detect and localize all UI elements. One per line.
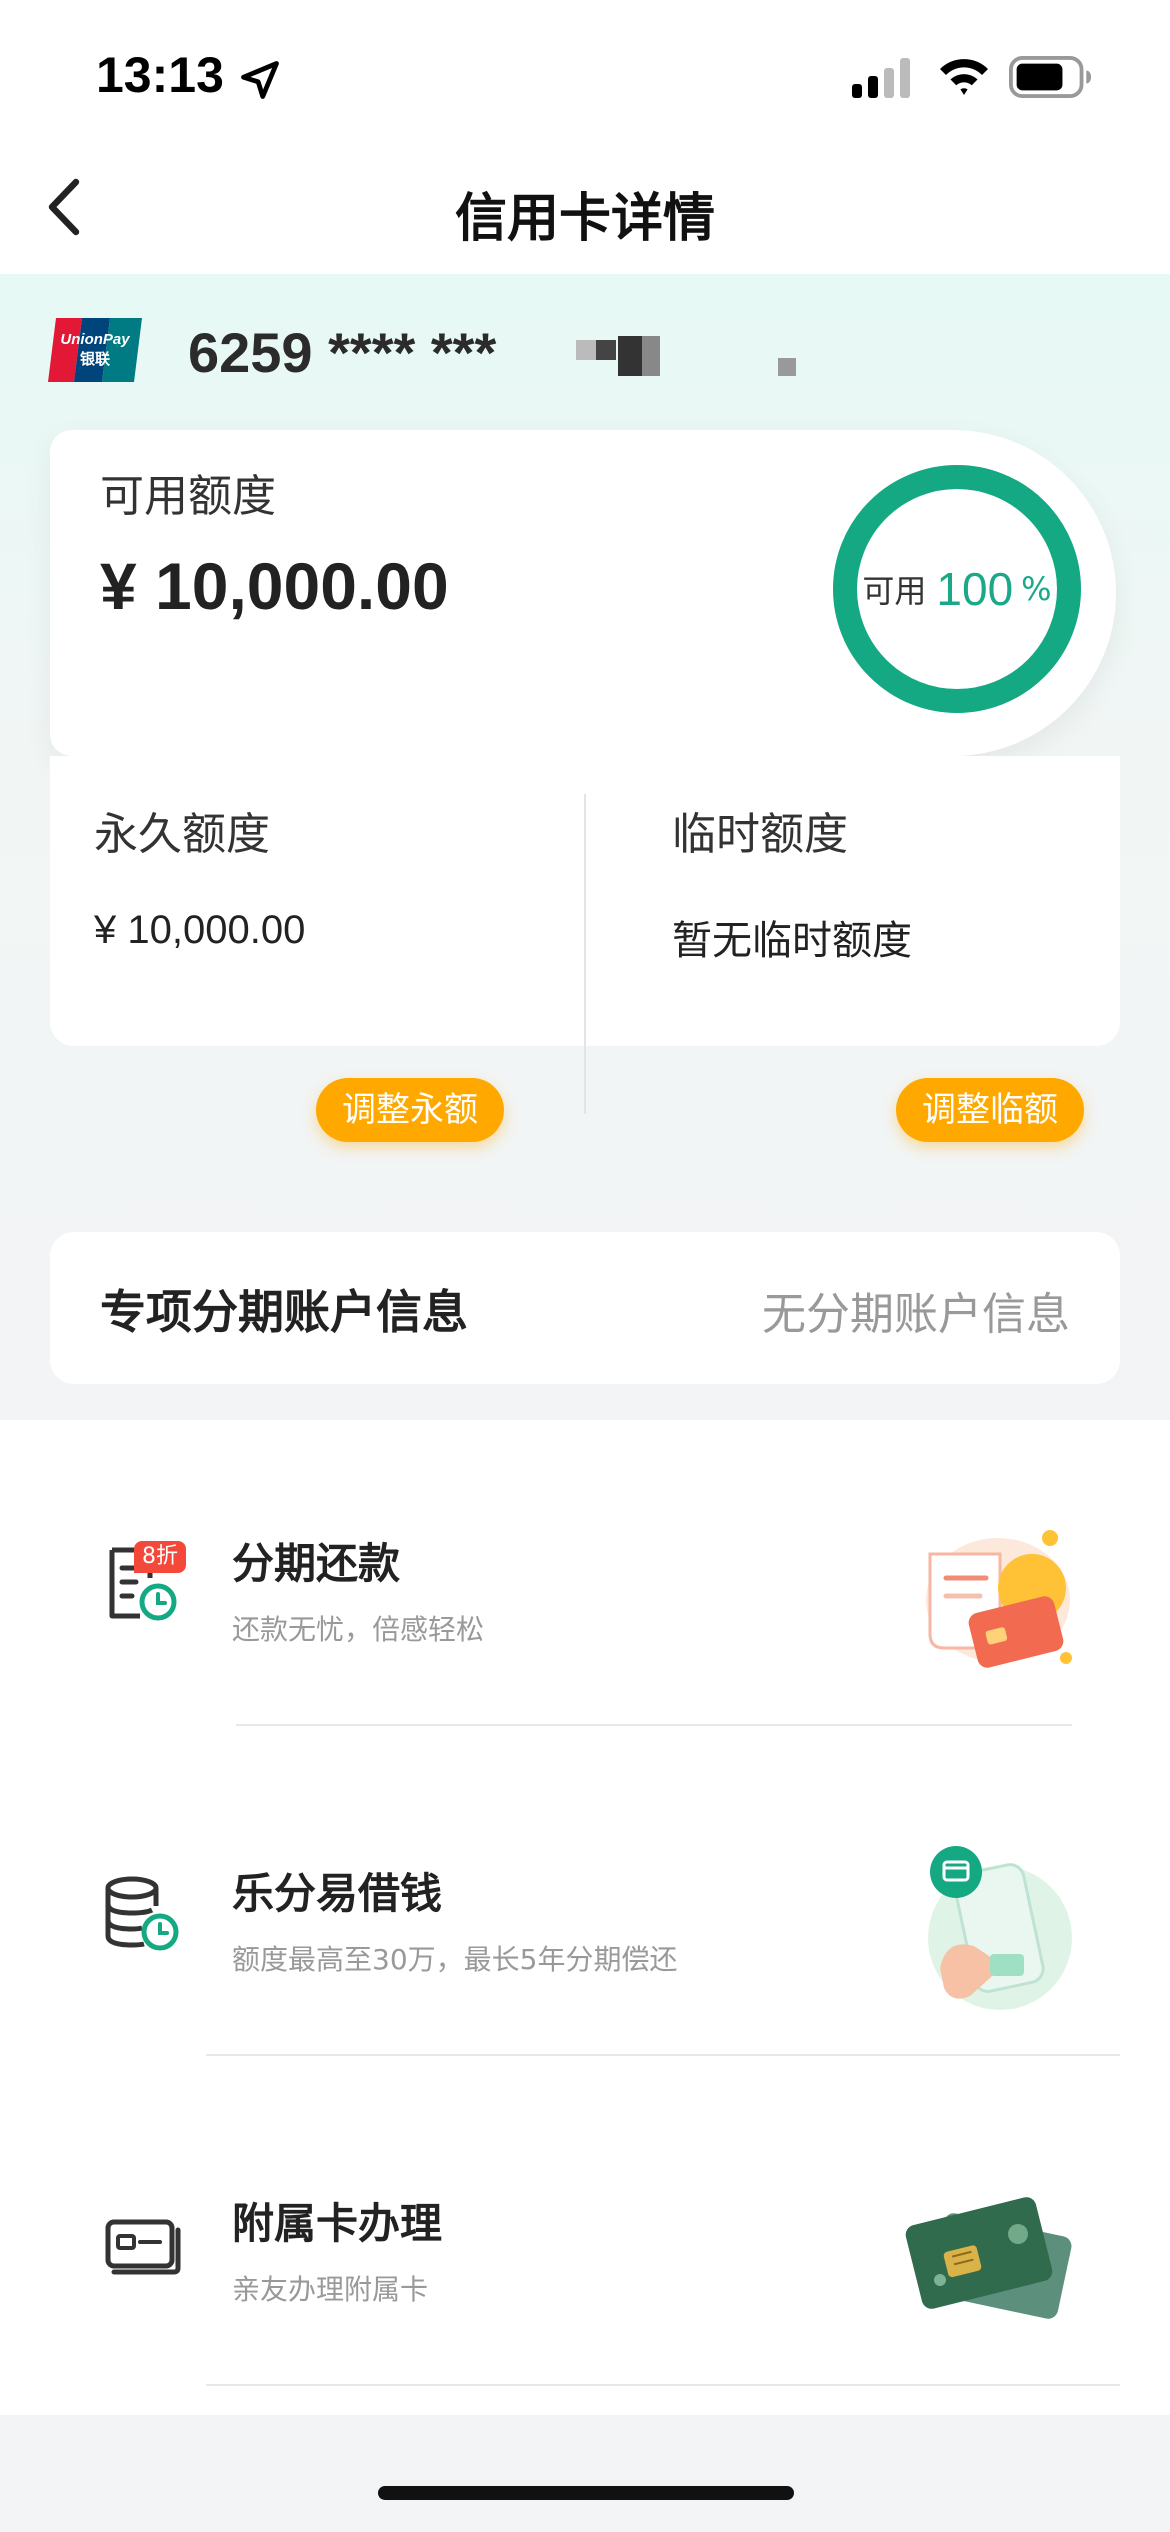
redaction-mask <box>596 340 616 360</box>
location-arrow-icon <box>241 61 279 99</box>
cellular-signal-icon <box>852 58 910 98</box>
page-title: 信用卡详情 <box>454 189 715 249</box>
receipt-card-illustration <box>926 1530 1072 1668</box>
card-number: 6259 **** *** <box>188 321 497 384</box>
redaction-mask <box>618 336 642 376</box>
permanent-limit-title: 永久额度 <box>94 809 270 860</box>
service-title: 分期还款 <box>232 1539 401 1588</box>
ring-value: 100 <box>936 563 1014 615</box>
service-divider <box>206 2054 1120 2056</box>
service-title: 附属卡办理 <box>232 2199 443 2248</box>
status-bar: 13:13 <box>0 0 1170 140</box>
phone-cash-illustration <box>928 1846 1072 2010</box>
service-item-installment-repayment[interactable]: 分期还款 还款无忧，倍感轻松 <box>0 1420 1170 1750</box>
redaction-mask <box>642 336 660 376</box>
service-item-loan[interactable]: 乐分易借钱 额度最高至30万，最长5年分期偿还 <box>0 1750 1170 2080</box>
limits-divider <box>584 794 586 1114</box>
service-subtitle: 亲友办理附属卡 <box>232 2273 429 2306</box>
temporary-limit-title: 临时额度 <box>672 809 848 860</box>
available-credit-card: 可用额度 ¥ 10,000.00 可用 100 % <box>50 430 1116 756</box>
limits-panel: 永久额度 ¥ 10,000.00 调整永额 临时额度 暂无临时额度 调整临额 <box>50 756 1120 1142</box>
available-ratio-text: 可用 100 % <box>830 462 1084 716</box>
service-title: 乐分易借钱 <box>232 1869 443 1918</box>
service-item-supplementary-card[interactable]: 附属卡办理 亲友办理附属卡 <box>0 2080 1170 2410</box>
card-overview: UnionPay 银联 6259 **** *** 可用额度 ¥ 10,000.… <box>0 274 1170 1420</box>
available-credit-amount: ¥ 10,000.00 <box>100 549 449 623</box>
coin-stack-clock-icon <box>105 1876 179 1951</box>
ring-unit: % <box>1021 570 1052 608</box>
installment-account-status: 无分期账户信息 <box>762 1289 1070 1340</box>
service-divider <box>236 1724 1072 1726</box>
unionpay-logo: UnionPay 银联 <box>48 318 142 382</box>
home-indicator <box>378 2486 794 2500</box>
service-divider <box>206 2384 1120 2386</box>
available-credit-label: 可用额度 <box>100 471 276 522</box>
installment-account-info[interactable]: 专项分期账户信息 无分期账户信息 <box>50 1232 1120 1384</box>
temporary-limit-value: 暂无临时额度 <box>672 918 912 964</box>
permanent-limit-value: ¥ 10,000.00 <box>94 908 306 952</box>
service-subtitle: 额度最高至30万，最长5年分期偿还 <box>232 1943 678 1976</box>
credit-cards-illustration <box>905 2197 1072 2319</box>
nav-bar: 信用卡详情 <box>0 140 1170 274</box>
card-outline-icon <box>105 2219 181 2275</box>
card-header: UnionPay 银联 6259 **** *** <box>48 318 1148 388</box>
service-subtitle: 还款无忧，倍感轻松 <box>232 1613 485 1646</box>
svg-text:银联: 银联 <box>80 350 111 368</box>
battery-icon <box>1009 56 1092 98</box>
adjust-temporary-button[interactable]: 调整临额 <box>896 1078 1084 1142</box>
discount-badge: 8折 <box>134 1541 186 1573</box>
status-time: 13:13 <box>96 47 224 103</box>
wifi-icon <box>940 59 988 95</box>
svg-text:UnionPay: UnionPay <box>60 331 130 348</box>
redaction-mask <box>576 340 596 360</box>
redaction-mask <box>778 358 796 376</box>
adjust-permanent-button[interactable]: 调整永额 <box>316 1078 504 1142</box>
installment-account-title: 专项分期账户信息 <box>100 1285 468 1339</box>
ring-prefix: 可用 <box>862 572 927 610</box>
